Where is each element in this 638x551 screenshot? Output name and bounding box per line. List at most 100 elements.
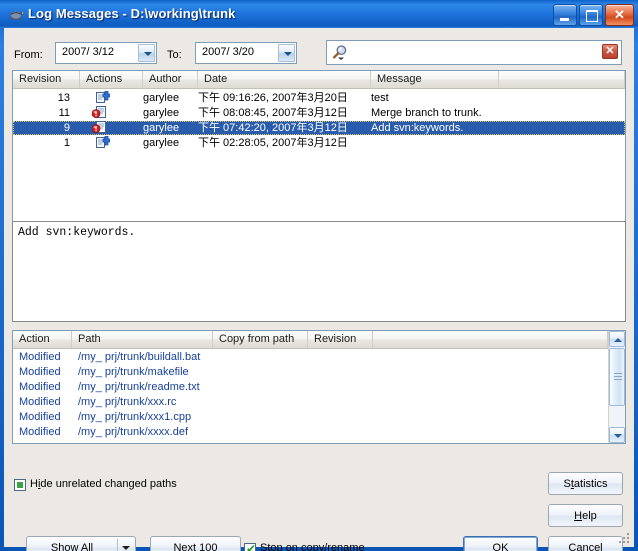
resize-grip[interactable] (619, 533, 631, 545)
author-cell: garylee (143, 92, 180, 104)
window-controls: ✕ (553, 4, 634, 26)
column-header[interactable]: Actions (80, 71, 143, 88)
modified-icon (91, 106, 108, 119)
date-cell: 下午 09:16:26, 2007年3月20日 (198, 92, 348, 104)
title-bar: Log Messages - D:\working\trunk ✕ (0, 0, 638, 28)
clear-search-icon[interactable]: ✕ (602, 44, 618, 59)
action-cell: Modified (19, 381, 61, 393)
to-label: To: (167, 49, 182, 61)
ok-button[interactable]: OK (463, 536, 538, 551)
column-header[interactable]: Path (72, 331, 213, 348)
log-messages-window: Log Messages - D:\working\trunk ✕ From: … (0, 0, 638, 551)
column-header[interactable]: Revision (308, 331, 373, 348)
copy-from-path-cell (219, 350, 314, 364)
table-row[interactable]: 11 garylee 下午 08:08:45, 2007年3月12日 Merge br… (13, 106, 625, 120)
column-header[interactable]: Copy from path (213, 331, 308, 348)
to-date-field[interactable]: 2007/ 3/20 (195, 42, 297, 64)
changed-paths-list[interactable]: Action Path Copy from path Revision Modifie… (12, 330, 626, 444)
hide-unrelated-checkbox-box[interactable] (14, 479, 26, 491)
author-cell: garylee (143, 137, 180, 149)
copy-from-path-cell (219, 425, 314, 439)
maximize-icon (586, 10, 598, 22)
maximize-button[interactable] (579, 4, 603, 26)
search-input[interactable]: ✕ (326, 40, 622, 65)
scroll-up-icon[interactable] (609, 331, 625, 347)
close-button[interactable]: ✕ (605, 4, 634, 26)
stop-on-copy-label: Stop on copy/rename (260, 542, 365, 551)
show-all-button[interactable]: Show All (26, 536, 136, 551)
file-revision-cell (314, 350, 379, 364)
magnifier-icon[interactable] (332, 44, 350, 60)
add-icon (96, 90, 111, 104)
file-list-scrollbar[interactable] (608, 331, 625, 443)
scrollbar-thumb[interactable] (609, 348, 625, 406)
log-list-header: Revision Actions Author Date Message (13, 71, 625, 89)
file-revision-cell (314, 395, 379, 409)
message-cell: Add svn:keywords. (371, 122, 464, 134)
help-label: Help (574, 509, 597, 522)
column-header[interactable]: Message (371, 71, 499, 88)
date-cell: 下午 02:28:05, 2007年3月12日 (198, 137, 348, 149)
ok-label: OK (492, 541, 509, 551)
action-cell: Modified (19, 426, 61, 438)
window-title: Log Messages - D:\working\trunk (28, 6, 236, 21)
next-100-label: Next 100 (173, 541, 218, 551)
table-row[interactable]: Modified/my_ prj/trunk/xxx.rc (13, 395, 608, 410)
to-date-dropdown-icon[interactable] (278, 44, 295, 62)
copy-from-path-cell (219, 395, 314, 409)
file-revision-cell (314, 365, 379, 379)
file-revision-cell (314, 425, 379, 439)
author-cell: garylee (143, 107, 180, 119)
table-row[interactable]: 1 garylee 下午 02:28:05, 2007年3月12日 (13, 135, 625, 150)
file-revision-cell (314, 410, 379, 424)
log-list-body[interactable]: 13 garylee 下午 09:16:26, 2007年3月20日 test 11 ga… (13, 89, 625, 229)
table-row[interactable]: Modified/my_ prj/trunk/buildall.bat (13, 350, 608, 365)
minimize-icon (560, 18, 569, 21)
action-cell: Modified (19, 411, 61, 423)
action-cell: Modified (19, 366, 61, 378)
table-row[interactable]: Modified/my_ prj/trunk/xxx1.cpp (13, 410, 608, 425)
message-cell (371, 136, 619, 150)
hide-unrelated-label: Hide unrelated changed paths (30, 478, 177, 490)
add-icon (96, 135, 111, 149)
column-header[interactable] (373, 331, 608, 348)
table-row[interactable]: Modified/my_ prj/trunk/xxxx.def (13, 425, 608, 440)
turtle-icon (7, 5, 25, 23)
file-revision-cell (314, 380, 379, 394)
table-row[interactable]: Modified/my_ prj/trunk/makefile (13, 365, 608, 380)
chevron-down-icon[interactable] (122, 545, 130, 550)
minimize-button[interactable] (553, 4, 577, 26)
revision-cell: 9 (63, 122, 70, 134)
column-header[interactable]: Action (13, 331, 72, 348)
scrollbar-grip-icon (614, 373, 622, 381)
from-date-value: 2007/ 3/12 (62, 46, 114, 58)
log-message-list[interactable]: Revision Actions Author Date Message 13 garyl… (12, 70, 626, 230)
split-separator (117, 539, 118, 551)
action-cell: Modified (19, 351, 61, 363)
table-row[interactable]: Modified/my_ prj/trunk/readme.txt (13, 380, 608, 395)
modified-icon (91, 121, 108, 134)
column-header[interactable] (499, 71, 625, 88)
column-header[interactable]: Author (143, 71, 198, 88)
column-header[interactable]: Revision (13, 71, 80, 88)
copy-from-path-cell (219, 380, 314, 394)
author-cell: garylee (143, 122, 180, 134)
statistics-button[interactable]: Statistics (548, 472, 623, 495)
stop-on-copy-checkbox-box[interactable]: ✔ (244, 542, 256, 551)
table-row[interactable]: 9 garylee 下午 07:42:20, 2007年3月12日 Add svn:k… (13, 121, 625, 135)
from-date-field[interactable]: 2007/ 3/12 (55, 42, 157, 64)
file-list-body[interactable]: Modified/my_ prj/trunk/buildall.bat Modif… (13, 349, 608, 443)
cancel-button[interactable]: Cancel (548, 536, 623, 551)
help-button[interactable]: Help (548, 504, 623, 527)
revision-cell: 13 (57, 92, 70, 104)
show-all-label: Show All (50, 541, 94, 551)
scroll-down-icon[interactable] (609, 427, 625, 443)
commit-message-text: Add svn:keywords. (18, 226, 136, 239)
cancel-label: Cancel (568, 541, 603, 551)
checkbox-indeterminate-icon (17, 482, 23, 488)
commit-message-box[interactable]: Add svn:keywords. (12, 221, 626, 322)
from-date-dropdown-icon[interactable] (138, 44, 155, 62)
column-header[interactable]: Date (198, 71, 371, 88)
next-100-button[interactable]: Next 100 (150, 536, 241, 551)
table-row[interactable]: 13 garylee 下午 09:16:26, 2007年3月20日 test (13, 90, 625, 105)
